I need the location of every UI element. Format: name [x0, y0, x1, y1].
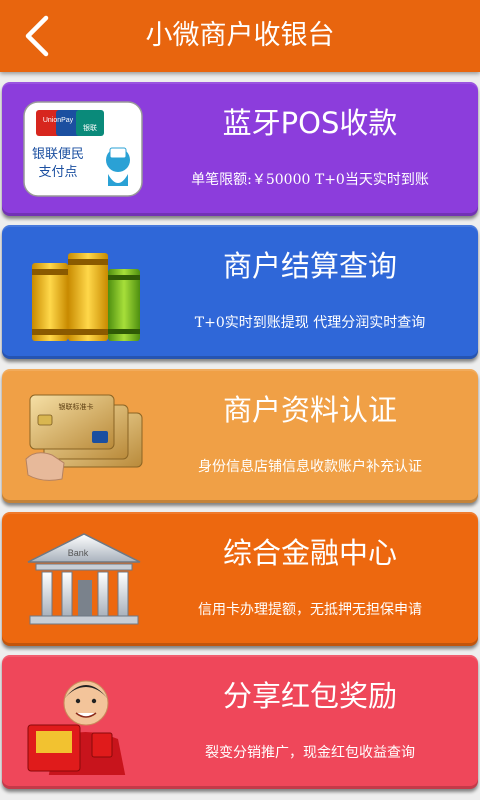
merchant-verification-card[interactable]: 银联标准卡 商户资料认证 身份信息店铺信息收款账户补充认证 [2, 369, 478, 503]
card-title: 分享红包奖励 [222, 679, 397, 713]
card-title: 蓝牙POS收款 [222, 106, 398, 140]
red-envelope-rewards-card[interactable]: 分享红包奖励 裂变分销推广，现金红包收益查询 [2, 655, 478, 789]
settlement-query-card[interactable]: 商户结算查询 T+0实时到账提现 代理分润实时查询 [2, 225, 478, 359]
svg-text:支付点: 支付点 [38, 165, 77, 180]
bluetooth-pos-card[interactable]: UnionPay 银联 银联便民 支付点 蓝牙POS收款 单笔限额:￥50000… [2, 82, 478, 216]
card-title: 综合金融中心 [222, 536, 397, 570]
card-subtitle: 单笔限额:￥50000 T+0当天实时到账 [191, 172, 429, 188]
svg-text:银联便民: 银联便民 [32, 147, 84, 162]
card-subtitle: 裂变分销推广，现金红包收益查询 [205, 745, 415, 761]
svg-text:银联标准卡: 银联标准卡 [59, 402, 94, 411]
svg-text:Bank: Bank [68, 548, 89, 558]
card-title: 商户资料认证 [222, 393, 397, 427]
svg-text:银联: 银联 [83, 123, 97, 132]
app-header: 小微商户收银台 [0, 0, 480, 72]
unionpay-icon: UnionPay 银联 银联便民 支付点 [23, 101, 143, 197]
card-title: 商户结算查询 [222, 249, 397, 283]
card-subtitle: 信用卡办理提额，无抵押无担保申请 [198, 602, 422, 618]
svg-text:UnionPay: UnionPay [43, 117, 74, 124]
bank-cards-icon: 银联标准卡 [25, 394, 143, 481]
red-envelope-boy-icon [27, 680, 126, 775]
card-subtitle: T+0实时到账提现 代理分润实时查询 [194, 315, 426, 331]
books-icon [32, 253, 140, 341]
financial-center-card[interactable]: Bank 综合金融中心 信用卡办理提额，无抵押无担保申请 [2, 512, 478, 646]
page-title: 小微商户收银台 [145, 20, 335, 51]
card-subtitle: 身份信息店铺信息收款账户补充认证 [198, 459, 422, 475]
bank-building-icon: Bank [27, 533, 141, 625]
